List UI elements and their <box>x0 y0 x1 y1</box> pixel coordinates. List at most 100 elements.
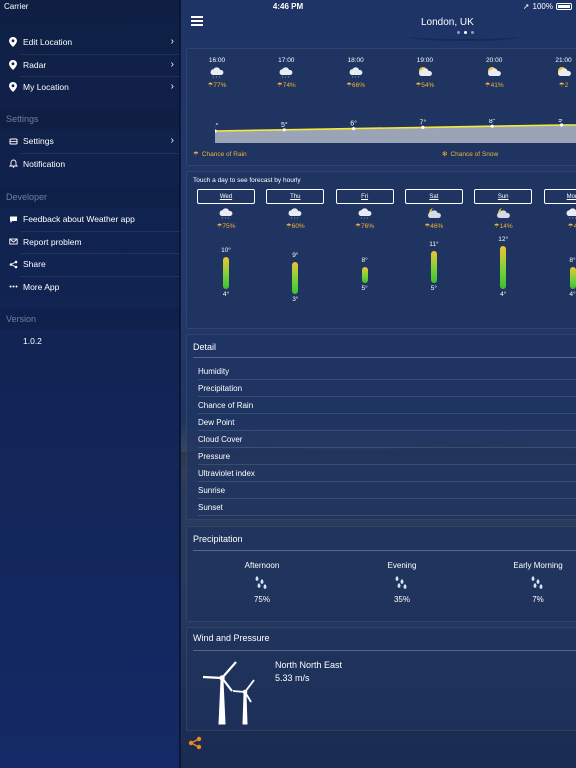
temperature-label: 5° <box>281 121 288 129</box>
detail-row[interactable]: Cloud Cover <box>198 431 576 448</box>
chevron-right-icon: › <box>170 58 174 70</box>
detail-row[interactable]: Precipitation <box>198 380 576 397</box>
day-precip: ☂46% <box>405 222 463 230</box>
detail-card: Detail Humidity Precipitation Chance of Ra… <box>186 334 576 520</box>
location-pin-icon <box>8 37 18 48</box>
precipitation-period-label: Afternoon <box>244 561 280 570</box>
day-button-sat[interactable]: Sat <box>404 189 463 204</box>
cloud-icon <box>326 66 386 80</box>
precipitation-period-value: 7% <box>532 595 544 604</box>
hour-precip-value: 74% <box>282 82 296 89</box>
day-button-thu[interactable]: Thu <box>266 189 325 204</box>
day-precip-value: 76% <box>361 223 375 230</box>
day-button-fri[interactable]: Fri <box>335 189 394 204</box>
sidebar-item-settings[interactable]: Settings › <box>0 130 180 153</box>
hour-precip: ☂54% <box>395 81 455 89</box>
temperature-range-bar <box>223 256 229 289</box>
wind-pressure-card: Wind and Pressure North North East 5.33 … <box>186 627 576 731</box>
precipitation-period-value: 35% <box>393 595 410 604</box>
temperature-range-bar <box>500 246 507 289</box>
temperature-label: 4° <box>215 122 219 130</box>
day-low: 5° <box>361 285 368 293</box>
sidebar-item-label: Edit Location <box>23 37 73 48</box>
sidebar-main-group: Edit Location › Radar › My Location › <box>0 31 180 99</box>
hour-time: 17:00 <box>278 57 295 64</box>
sidebar-item-notification[interactable]: Notification <box>0 152 180 176</box>
day-low: 4° <box>222 290 230 298</box>
sidebar-item-edit-location[interactable]: Edit Location › <box>0 31 180 54</box>
cloud-icon <box>197 207 255 221</box>
wind-turbine-icon <box>202 661 255 725</box>
day-precip: ☂4 <box>544 222 576 230</box>
page-indicator[interactable] <box>457 31 474 34</box>
menu-button[interactable] <box>191 16 203 26</box>
daily-forecast-card: Touch a day to see forecast by hourly We… <box>186 171 576 329</box>
sidebar-version-group: Version 1.0.2 <box>0 308 180 352</box>
day-button-wed[interactable]: Wed <box>197 189 255 204</box>
day-low: 3° <box>292 296 299 303</box>
sidebar-item-my-location[interactable]: My Location › <box>0 76 180 99</box>
sidebar-item-report-problem[interactable]: Report problem <box>0 230 180 254</box>
sidebar-item-share[interactable]: Share <box>0 253 180 276</box>
hourly-forecast-card[interactable]: 16:00 ☂77% 17:00 ☂74% 18:00 ☂66% 19:00 ☂54% 20:0… <box>186 48 576 166</box>
chance-of-snow-legend: ✻ Chance of Snow <box>442 150 499 159</box>
hour-precip: ☂2 <box>534 81 576 89</box>
hour-column: 19:00 ☂54% <box>395 57 455 89</box>
sidebar-item-label: Radar <box>23 59 47 70</box>
detail-row[interactable]: Sunset <box>198 499 576 516</box>
temperature-range-bar <box>292 262 299 294</box>
temperature-label: 8° <box>489 119 496 125</box>
day-column: Thu ☂60% 9° 3° <box>266 189 325 324</box>
day-precip-value: 60% <box>291 223 305 230</box>
daily-hint: Touch a day to see forecast by hourly <box>193 177 301 184</box>
day-precip: ☂76% <box>336 222 394 230</box>
day-high: 12° <box>498 236 509 243</box>
temperature-line-chart: 4° 5° 6° 7° 8° 9° <box>215 119 576 143</box>
day-precip-value: 46% <box>430 223 444 230</box>
sidebar-item-feedback[interactable]: Feedback about Weather app <box>0 208 180 231</box>
day-button-sun[interactable]: Sun <box>474 189 533 204</box>
sidebar-item-label: Share <box>23 259 46 270</box>
detail-row[interactable]: Sunrise <box>198 482 576 499</box>
temperature-range-bar <box>430 251 437 284</box>
precipitation-period-label: Early Morning <box>513 561 563 570</box>
detail-row[interactable]: Pressure <box>198 448 576 465</box>
precipitation-period: Evening 35% <box>357 561 447 604</box>
page-dot <box>457 31 460 34</box>
bell-icon <box>8 159 18 169</box>
chance-of-rain-legend: ☂ Chance of Rain <box>193 150 247 159</box>
detail-row[interactable]: Humidity <box>198 363 576 380</box>
day-button-mon[interactable]: Mon <box>543 189 576 204</box>
sidebar-item-label: Feedback about Weather app <box>23 214 135 225</box>
detail-row-label: Sunrise <box>198 485 226 495</box>
precipitation-period-value: 75% <box>253 595 270 604</box>
day-high: 8° <box>569 257 576 265</box>
day-precip-value: 75% <box>222 223 236 230</box>
location-arrow-icon: ➚ <box>522 2 530 11</box>
share-button[interactable] <box>188 736 202 750</box>
hour-column: 20:00 ☂41% <box>464 57 524 89</box>
rain-drops-icon <box>493 575 576 593</box>
hour-precip: ☂41% <box>464 81 524 89</box>
hour-precip: ☂66% <box>326 81 386 89</box>
sidebar-item-radar[interactable]: Radar › <box>0 53 180 77</box>
sidebar-item-label: More App <box>23 281 60 292</box>
day-precip: ☂75% <box>197 222 255 230</box>
sidebar-developer-group: Developer Feedback about Weather app Rep… <box>0 186 180 298</box>
more-icon <box>8 282 18 292</box>
temperature-range-bar <box>361 267 368 284</box>
day-low: 5° <box>430 285 437 293</box>
sidebar-item-more-app[interactable]: More App <box>0 275 180 299</box>
chance-of-snow-label: Chance of Snow <box>450 150 499 158</box>
sidebar-item-label: Notification <box>23 158 66 169</box>
detail-row-label: Pressure <box>198 451 231 461</box>
partly-cloudy-icon <box>534 66 576 80</box>
day-precip: ☂14% <box>474 222 532 230</box>
detail-row[interactable]: Dew Point <box>198 414 576 431</box>
rain-drops-icon <box>357 575 447 593</box>
detail-row-label: Sunset <box>198 502 223 512</box>
page-dot-active <box>464 31 467 34</box>
detail-row[interactable]: Ultraviolet index <box>198 465 576 482</box>
day-column: Sat ☂46% 11° 5° <box>404 189 463 324</box>
detail-row[interactable]: Chance of Rain <box>198 397 576 414</box>
